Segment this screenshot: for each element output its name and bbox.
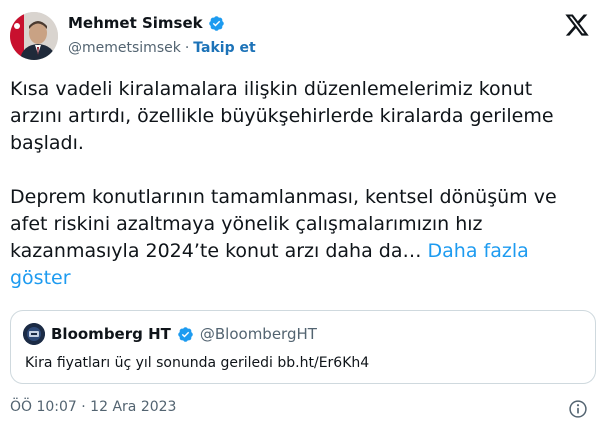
- tweet-card: Mehmet Simsek @memetsimsek · Takip et Kı…: [0, 0, 608, 425]
- avatar-photo-icon: [10, 12, 58, 60]
- author-name-row[interactable]: Mehmet Simsek: [68, 14, 225, 32]
- tweet-paragraph-1: Kısa vadeli kiralamalara ilişkin düzenle…: [10, 78, 554, 154]
- follow-button[interactable]: Takip et: [193, 40, 255, 56]
- tweet-paragraph-2: Deprem konutlarının tamamlanması, kentse…: [10, 184, 570, 292]
- tweet-text: Kısa vadeli kiralamalara ilişkin düzenle…: [10, 76, 570, 292]
- bloomberght-logo-icon: [23, 323, 45, 345]
- quoted-tweet-text: Kira fiyatları üç yıl sonunda geriledi b…: [25, 355, 370, 371]
- quoted-tweet-header: Bloomberg HT @BloombergHT: [23, 323, 317, 345]
- author-handle-row: @memetsimsek · Takip et: [68, 40, 256, 56]
- quoted-author-name[interactable]: Bloomberg HT: [51, 325, 171, 343]
- tweet-timestamp[interactable]: ÖÖ 10:07 · 12 Ara 2023: [10, 399, 176, 415]
- author-name[interactable]: Mehmet Simsek: [68, 14, 203, 32]
- x-logo-icon[interactable]: [564, 12, 590, 38]
- verified-badge-icon: [178, 326, 193, 342]
- bloomberght-avatar: [23, 323, 45, 345]
- quoted-tweet[interactable]: Bloomberg HT @BloombergHT Kira fiyatları…: [10, 310, 596, 384]
- author-handle[interactable]: @memetsimsek: [68, 40, 181, 56]
- quoted-author-handle[interactable]: @BloombergHT: [200, 325, 317, 343]
- separator-dot: ·: [184, 40, 190, 56]
- info-icon[interactable]: [568, 399, 588, 419]
- verified-badge-icon: [208, 15, 224, 31]
- author-avatar[interactable]: [10, 12, 58, 60]
